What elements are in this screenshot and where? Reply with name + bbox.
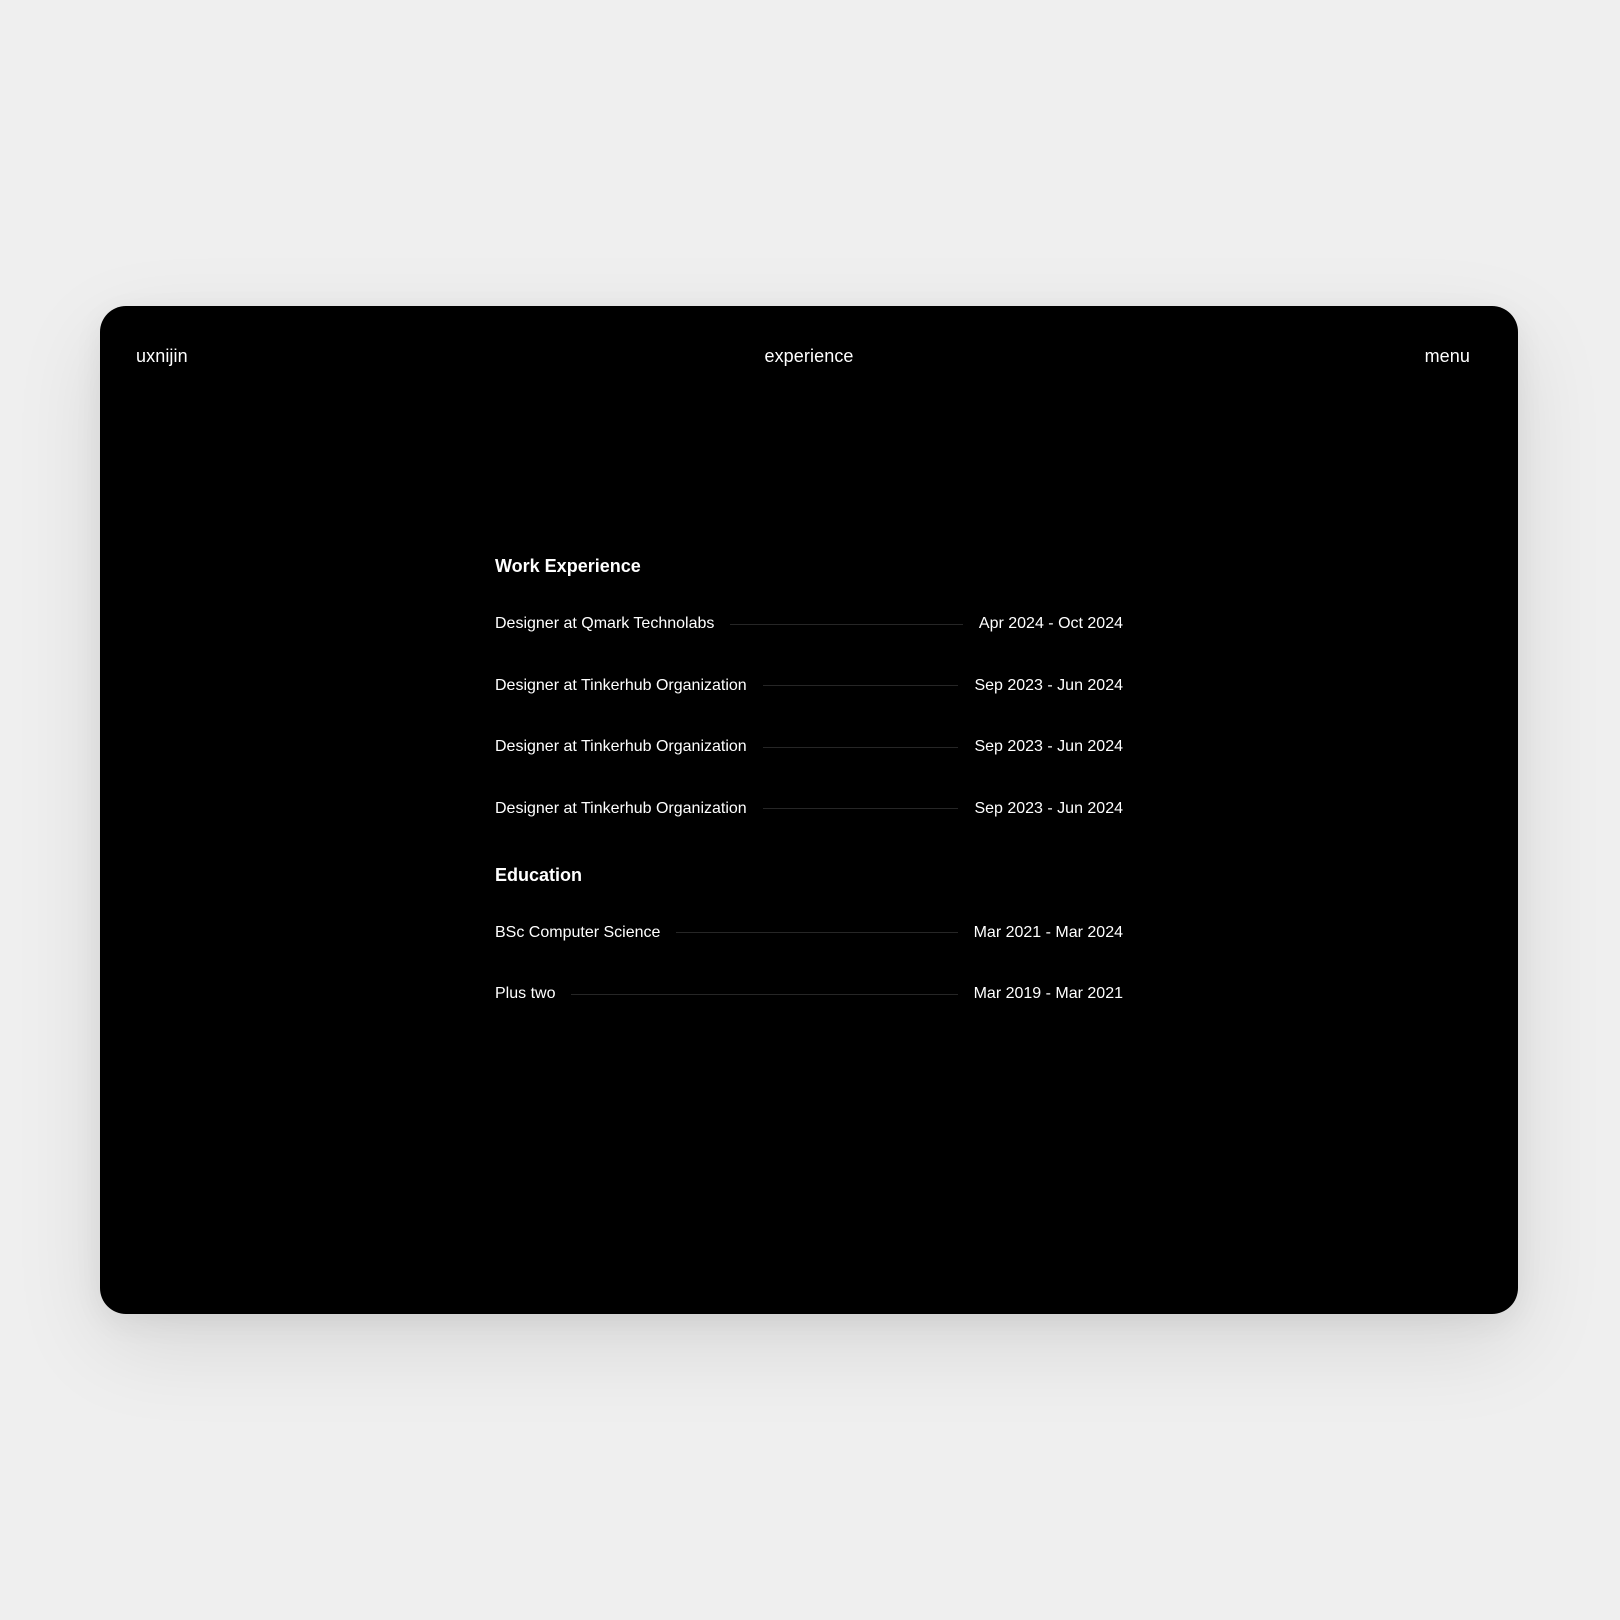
role-dates: Apr 2024 - Oct 2024: [978, 615, 1123, 632]
divider-line: [762, 685, 959, 686]
page-title: experience: [764, 346, 854, 366]
role-dates: Sep 2023 - Jun 2024: [974, 799, 1123, 817]
role-title: Designer at Tinkerhub Organization: [495, 676, 747, 694]
divider-line: [571, 993, 958, 995]
degree-dates: Mar 2021 - Mar 2024: [973, 923, 1123, 941]
education-list: BSc Computer Science Mar 2021 - Mar 2024…: [495, 923, 1123, 1005]
divider-line: [762, 808, 959, 809]
list-item: BSc Computer Science Mar 2021 - Mar 2024: [495, 923, 1123, 943]
list-item: Designer at Tinkerhub Organization Sep 2…: [495, 799, 1123, 819]
experience-content: Work Experience Designer at Qmark Techno…: [495, 556, 1123, 1046]
list-item: Designer at Tinkerhub Organization Sep 2…: [495, 737, 1123, 757]
degree-title: Plus two: [495, 985, 556, 1002]
role-title: Designer at Tinkerhub Organization: [495, 799, 747, 817]
role-title: Designer at Qmark Technolabs: [495, 615, 715, 632]
experience-panel: uxnijin experience menu Work Experience …: [100, 306, 1518, 1314]
degree-dates: Mar 2019 - Mar 2021: [973, 985, 1123, 1002]
divider-line: [762, 746, 959, 748]
list-item: Plus two Mar 2019 - Mar 2021: [495, 984, 1123, 1004]
role-title: Designer at Tinkerhub Organization: [495, 738, 747, 755]
role-dates: Sep 2023 - Jun 2024: [974, 738, 1123, 755]
list-item: Designer at Tinkerhub Organization Sep 2…: [495, 676, 1123, 696]
menu-button[interactable]: menu: [1425, 346, 1470, 366]
education-heading: Education: [495, 864, 583, 885]
degree-title: BSc Computer Science: [495, 923, 661, 941]
work-experience-heading: Work Experience: [495, 556, 641, 576]
work-experience-list: Designer at Qmark Technolabs Apr 2024 - …: [495, 614, 1123, 819]
role-dates: Sep 2023 - Jun 2024: [974, 676, 1123, 694]
list-item: Designer at Qmark Technolabs Apr 2024 - …: [495, 614, 1123, 634]
divider-line: [676, 932, 958, 933]
divider-line: [730, 623, 963, 625]
